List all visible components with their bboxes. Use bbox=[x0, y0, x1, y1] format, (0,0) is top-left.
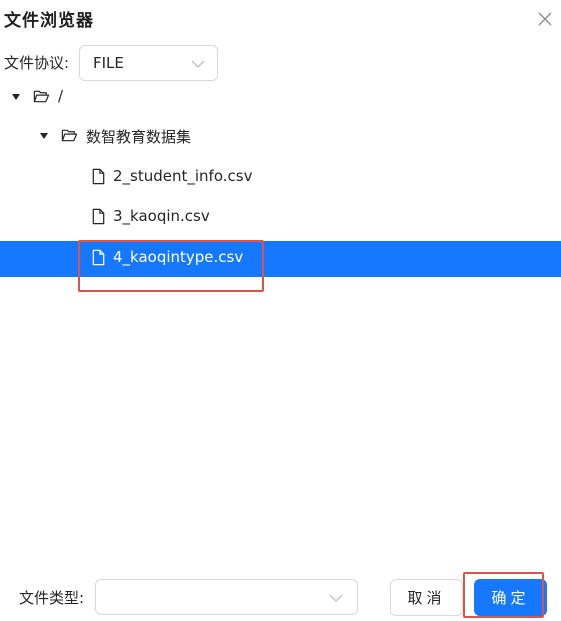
caret-down-icon[interactable] bbox=[39, 132, 49, 140]
tree-node-label: 数智教育数据集 bbox=[86, 128, 192, 146]
protocol-value: FILE bbox=[93, 54, 124, 72]
dialog-title: 文件浏览器 bbox=[4, 11, 94, 31]
chevron-down-icon bbox=[329, 594, 343, 602]
file-type-select[interactable] bbox=[95, 579, 358, 615]
tree-node-root[interactable]: / bbox=[0, 79, 561, 115]
tree-file-item[interactable]: 3_kaoqin.csv bbox=[0, 199, 561, 235]
confirm-button[interactable]: 确定 bbox=[474, 579, 547, 616]
tree-node-label: / bbox=[58, 87, 64, 105]
file-type-label: 文件类型: bbox=[19, 589, 85, 607]
protocol-select[interactable]: FILE bbox=[79, 45, 218, 81]
protocol-label: 文件协议: bbox=[4, 54, 70, 72]
file-icon bbox=[92, 208, 105, 225]
file-icon bbox=[92, 249, 105, 266]
tree-file-label: 2_student_info.csv bbox=[113, 167, 253, 185]
caret-down-icon[interactable] bbox=[11, 93, 21, 101]
file-icon bbox=[92, 168, 105, 185]
tree-file-label: 3_kaoqin.csv bbox=[113, 207, 210, 225]
chevron-down-icon bbox=[191, 60, 205, 68]
tree-file-item-selected[interactable]: 4_kaoqintype.csv bbox=[0, 241, 561, 277]
tree-file-item[interactable]: 2_student_info.csv bbox=[0, 159, 561, 195]
tree-file-label: 4_kaoqintype.csv bbox=[113, 248, 244, 266]
close-icon[interactable] bbox=[535, 9, 555, 29]
cancel-button[interactable]: 取消 bbox=[390, 579, 463, 616]
folder-open-icon bbox=[61, 129, 78, 142]
tree-node-folder[interactable]: 数智教育数据集 bbox=[0, 118, 561, 154]
folder-open-icon bbox=[33, 90, 50, 103]
